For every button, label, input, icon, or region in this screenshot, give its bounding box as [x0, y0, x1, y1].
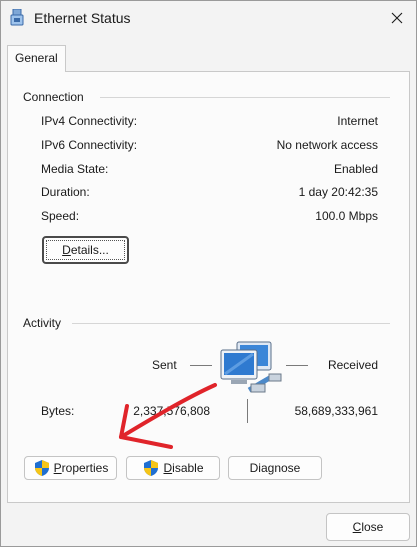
activity-divider [72, 323, 390, 324]
diagnose-button[interactable]: Diagnose [228, 456, 322, 480]
bytes-received-value: 58,689,333,961 [294, 404, 378, 418]
properties-label: roperties [61, 461, 109, 475]
bytes-separator [247, 399, 248, 423]
ipv4-label: IPv4 Connectivity: [41, 114, 138, 128]
close-label: lose [361, 520, 384, 534]
window-title: Ethernet Status [34, 10, 131, 26]
properties-mnemonic: P [53, 461, 62, 475]
duration-label: Duration: [41, 185, 90, 199]
disable-label: isable [172, 461, 204, 475]
bytes-sent-value: 2,337,576,808 [133, 404, 210, 418]
details-button[interactable]: Details... [42, 236, 129, 264]
duration-value: 1 day 20:42:35 [298, 185, 378, 199]
ethernet-status-window: Ethernet Status General Connection IPv4 … [0, 0, 417, 547]
close-button[interactable]: Close [326, 513, 410, 541]
uac-shield-icon [144, 460, 159, 476]
connection-divider [100, 97, 390, 98]
connection-group-label: Connection [23, 90, 88, 104]
media-state-value: Enabled [333, 162, 378, 176]
media-state-label: Media State: [41, 162, 109, 176]
received-label: Received [327, 358, 378, 372]
close-icon[interactable] [382, 3, 412, 33]
network-computers-icon [220, 341, 282, 393]
ipv6-label: IPv6 Connectivity: [41, 138, 138, 152]
received-line [286, 365, 308, 366]
ipv4-value: Internet [337, 114, 378, 128]
properties-button[interactable]: Properties [24, 456, 117, 480]
title-bar: Ethernet Status [1, 1, 416, 37]
diagnose-label: Diagnose [249, 461, 301, 475]
ipv6-value: No network access [276, 138, 378, 152]
sent-label: Sent [152, 358, 177, 372]
speed-value: 100.0 Mbps [315, 209, 378, 223]
activity-group-label: Activity [23, 316, 66, 330]
sent-line [190, 365, 212, 366]
uac-shield-icon [34, 460, 49, 476]
disable-mnemonic: D [163, 461, 173, 475]
general-panel: Connection IPv4 Connectivity: Internet I… [7, 71, 410, 503]
bytes-label: Bytes: [41, 404, 75, 418]
network-adapter-icon [10, 9, 24, 26]
speed-label: Speed: [41, 209, 80, 223]
disable-button[interactable]: Disable [126, 456, 220, 480]
tab-general[interactable]: General [7, 45, 66, 72]
